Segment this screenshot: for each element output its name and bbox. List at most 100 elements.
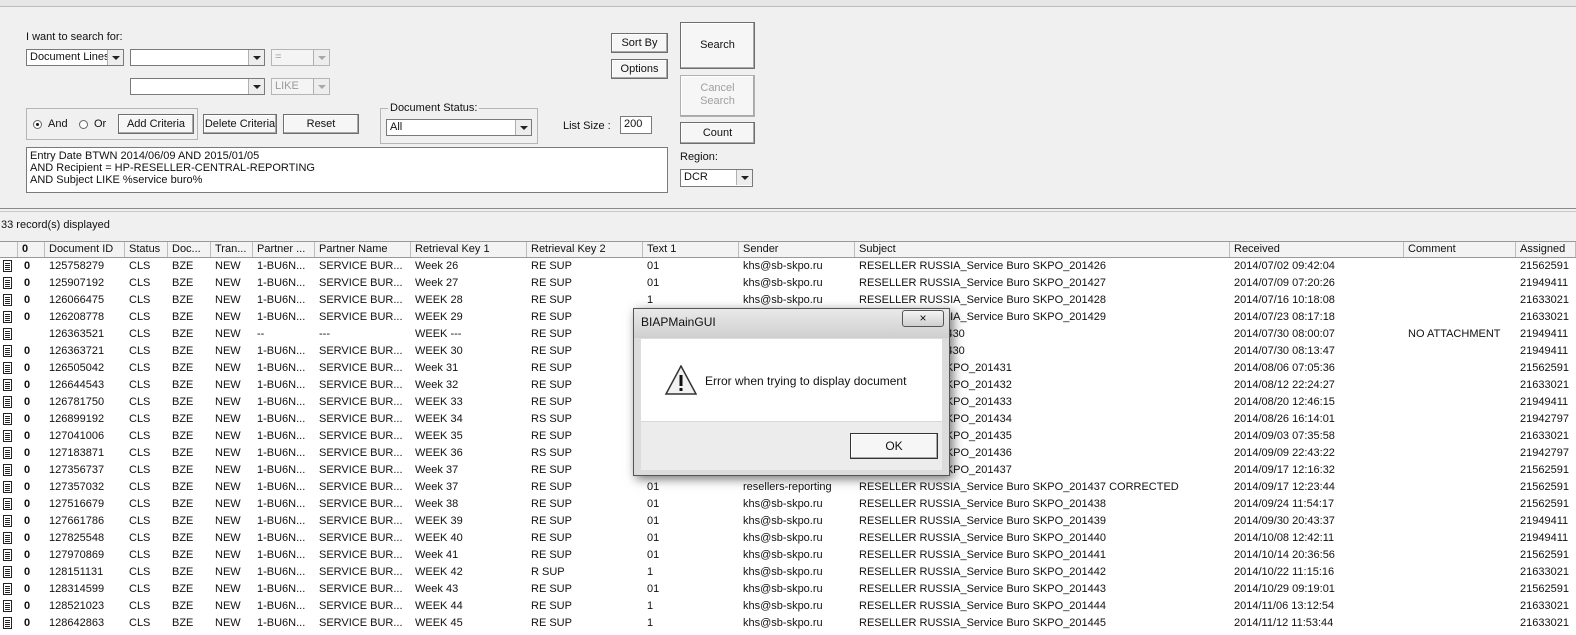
- and-radio[interactable]: [33, 120, 42, 129]
- table-cell: 1-BU6N...: [257, 362, 306, 374]
- column-header[interactable]: Partner ...: [253, 242, 315, 257]
- search-button[interactable]: Search: [680, 22, 755, 69]
- table-cell: NEW: [215, 311, 241, 323]
- cancel-search-button[interactable]: Cancel Search: [680, 75, 755, 117]
- table-cell: RE SUP: [531, 498, 572, 510]
- table-cell: 2014/09/17 12:16:32: [1234, 464, 1335, 476]
- column-header[interactable]: Sender: [739, 242, 855, 257]
- column-header[interactable]: Comment: [1404, 242, 1516, 257]
- table-cell: BZE: [172, 379, 194, 391]
- search-type-combo[interactable]: Document Lines: [26, 49, 124, 66]
- sort-by-button[interactable]: Sort By: [611, 33, 668, 53]
- document-icon: [3, 566, 12, 578]
- column-header[interactable]: Partner Name: [315, 242, 411, 257]
- table-row[interactable]: 0 128521023 CLS BZE NEW 1-BU6N... SERVICE BUR.…: [0, 598, 1576, 615]
- top-strip: [0, 0, 1576, 7]
- reset-button[interactable]: Reset: [283, 114, 359, 134]
- table-cell: WEEK 30: [415, 345, 463, 357]
- table-cell: 21633021: [1520, 379, 1569, 391]
- add-criteria-button[interactable]: Add Criteria: [118, 114, 194, 134]
- list-size-label: List Size :: [563, 120, 611, 132]
- table-row[interactable]: 0 127825548 CLS BZE NEW 1-BU6N... SERVICE BUR.…: [0, 530, 1576, 547]
- chevron-down-icon[interactable]: [736, 170, 752, 185]
- column-header[interactable]: Text 1: [643, 242, 739, 257]
- criteria-operator-combo-2: LIKE: [271, 78, 330, 95]
- grid-header-icon-col[interactable]: [0, 242, 18, 257]
- table-cell: 21949411: [1520, 277, 1569, 289]
- table-row[interactable]: 0 127661786 CLS BZE NEW 1-BU6N... SERVICE BUR.…: [0, 513, 1576, 530]
- table-row[interactable]: 0 128151131 CLS BZE NEW 1-BU6N... SERVICE BUR.…: [0, 564, 1576, 581]
- column-header[interactable]: Document ID: [45, 242, 125, 257]
- table-row[interactable]: 0 128642863 CLS BZE NEW 1-BU6N... SERVICE BUR.…: [0, 615, 1576, 632]
- column-header[interactable]: Subject: [855, 242, 1230, 257]
- table-cell: 126899192: [49, 413, 105, 425]
- column-header[interactable]: Received: [1230, 242, 1404, 257]
- table-cell: 1-BU6N...: [257, 464, 306, 476]
- column-header[interactable]: Doc...: [168, 242, 211, 257]
- document-icon: [3, 345, 12, 357]
- criteria-textbox[interactable]: Entry Date BTWN 2014/06/09 AND 2015/01/0…: [26, 147, 668, 193]
- column-header[interactable]: Tran...: [211, 242, 253, 257]
- table-cell: 1: [647, 600, 654, 612]
- table-cell: CLS: [129, 396, 151, 408]
- list-size-input[interactable]: 200: [620, 116, 652, 134]
- table-cell: 01: [647, 498, 660, 510]
- search-type-value: Document Lines: [30, 51, 110, 63]
- table-row[interactable]: 0 128314599 CLS BZE NEW 1-BU6N... SERVICE BUR.…: [0, 581, 1576, 598]
- criteria-field-combo-2[interactable]: [130, 78, 265, 95]
- dialog-titlebar: BIAPMainGUI ×: [634, 309, 949, 338]
- table-row[interactable]: 0 127970869 CLS BZE NEW 1-BU6N... SERVICE BUR.…: [0, 547, 1576, 564]
- table-cell: RESELLER RUSSIA_Service Buro SKPO_201445: [859, 617, 1107, 629]
- table-cell: CLS: [129, 379, 151, 391]
- delete-criteria-button[interactable]: Delete Criteria: [203, 114, 277, 134]
- table-cell: 1: [647, 566, 654, 578]
- criteria-operator-value-2: LIKE: [275, 80, 299, 92]
- table-cell: [1404, 564, 1516, 581]
- close-icon[interactable]: ×: [902, 310, 944, 327]
- ok-button[interactable]: OK: [850, 433, 938, 459]
- table-cell: SERVICE BUR...: [319, 277, 403, 289]
- table-row[interactable]: 0 126066475 CLS BZE NEW 1-BU6N... SERVICE BUR.…: [0, 292, 1576, 309]
- or-radio[interactable]: [79, 120, 88, 129]
- paperclip-icon: 0: [24, 617, 31, 629]
- table-cell: khs@sb-skpo.ru: [743, 294, 823, 306]
- table-row[interactable]: 0 127357032 CLS BZE NEW 1-BU6N... SERVICE BUR.…: [0, 479, 1576, 496]
- column-header[interactable]: Retrieval Key 1: [411, 242, 527, 257]
- chevron-down-icon[interactable]: [248, 50, 264, 65]
- table-cell: 21949411: [1520, 396, 1569, 408]
- table-cell: RESELLER RUSSIA_Service Buro SKPO_201428: [859, 294, 1107, 306]
- table-cell: 01: [647, 549, 660, 561]
- document-icon: [3, 447, 12, 459]
- record-count: 33 record(s) displayed: [1, 219, 110, 231]
- table-cell: 01: [647, 515, 660, 527]
- document-icon: [3, 294, 12, 306]
- table-cell: 127661786: [49, 515, 105, 527]
- grid-header-attachment-col[interactable]: 0: [18, 242, 45, 257]
- column-header[interactable]: Status: [125, 242, 168, 257]
- chevron-down-icon[interactable]: [248, 79, 264, 94]
- table-cell: Week 38: [415, 498, 459, 510]
- table-cell: [1404, 377, 1516, 394]
- count-button[interactable]: Count: [680, 122, 755, 144]
- criteria-field-combo-1[interactable]: [130, 49, 265, 66]
- table-cell: CLS: [129, 447, 151, 459]
- table-cell: [1404, 309, 1516, 326]
- document-status-combo[interactable]: All: [386, 119, 532, 136]
- options-button[interactable]: Options: [611, 59, 668, 79]
- table-cell: [1404, 496, 1516, 513]
- chevron-down-icon[interactable]: [515, 120, 531, 135]
- table-cell: [1404, 598, 1516, 615]
- table-cell: 21562591: [1520, 549, 1569, 561]
- chevron-down-icon: [313, 79, 329, 94]
- chevron-down-icon[interactable]: [107, 50, 123, 65]
- column-header[interactable]: Retrieval Key 2: [527, 242, 643, 257]
- table-cell: BZE: [172, 566, 194, 578]
- column-header[interactable]: Assigned: [1516, 242, 1576, 257]
- table-row[interactable]: 0 127516679 CLS BZE NEW 1-BU6N... SERVICE BUR.…: [0, 496, 1576, 513]
- panel-separator-light: [0, 211, 1576, 212]
- table-row[interactable]: 0 125758279 CLS BZE NEW 1-BU6N... SERVICE BUR.…: [0, 258, 1576, 275]
- region-combo[interactable]: DCR: [680, 169, 753, 187]
- table-cell: NEW: [215, 277, 241, 289]
- table-row[interactable]: 0 125907192 CLS BZE NEW 1-BU6N... SERVICE BUR.…: [0, 275, 1576, 292]
- table-cell: 21562591: [1520, 464, 1569, 476]
